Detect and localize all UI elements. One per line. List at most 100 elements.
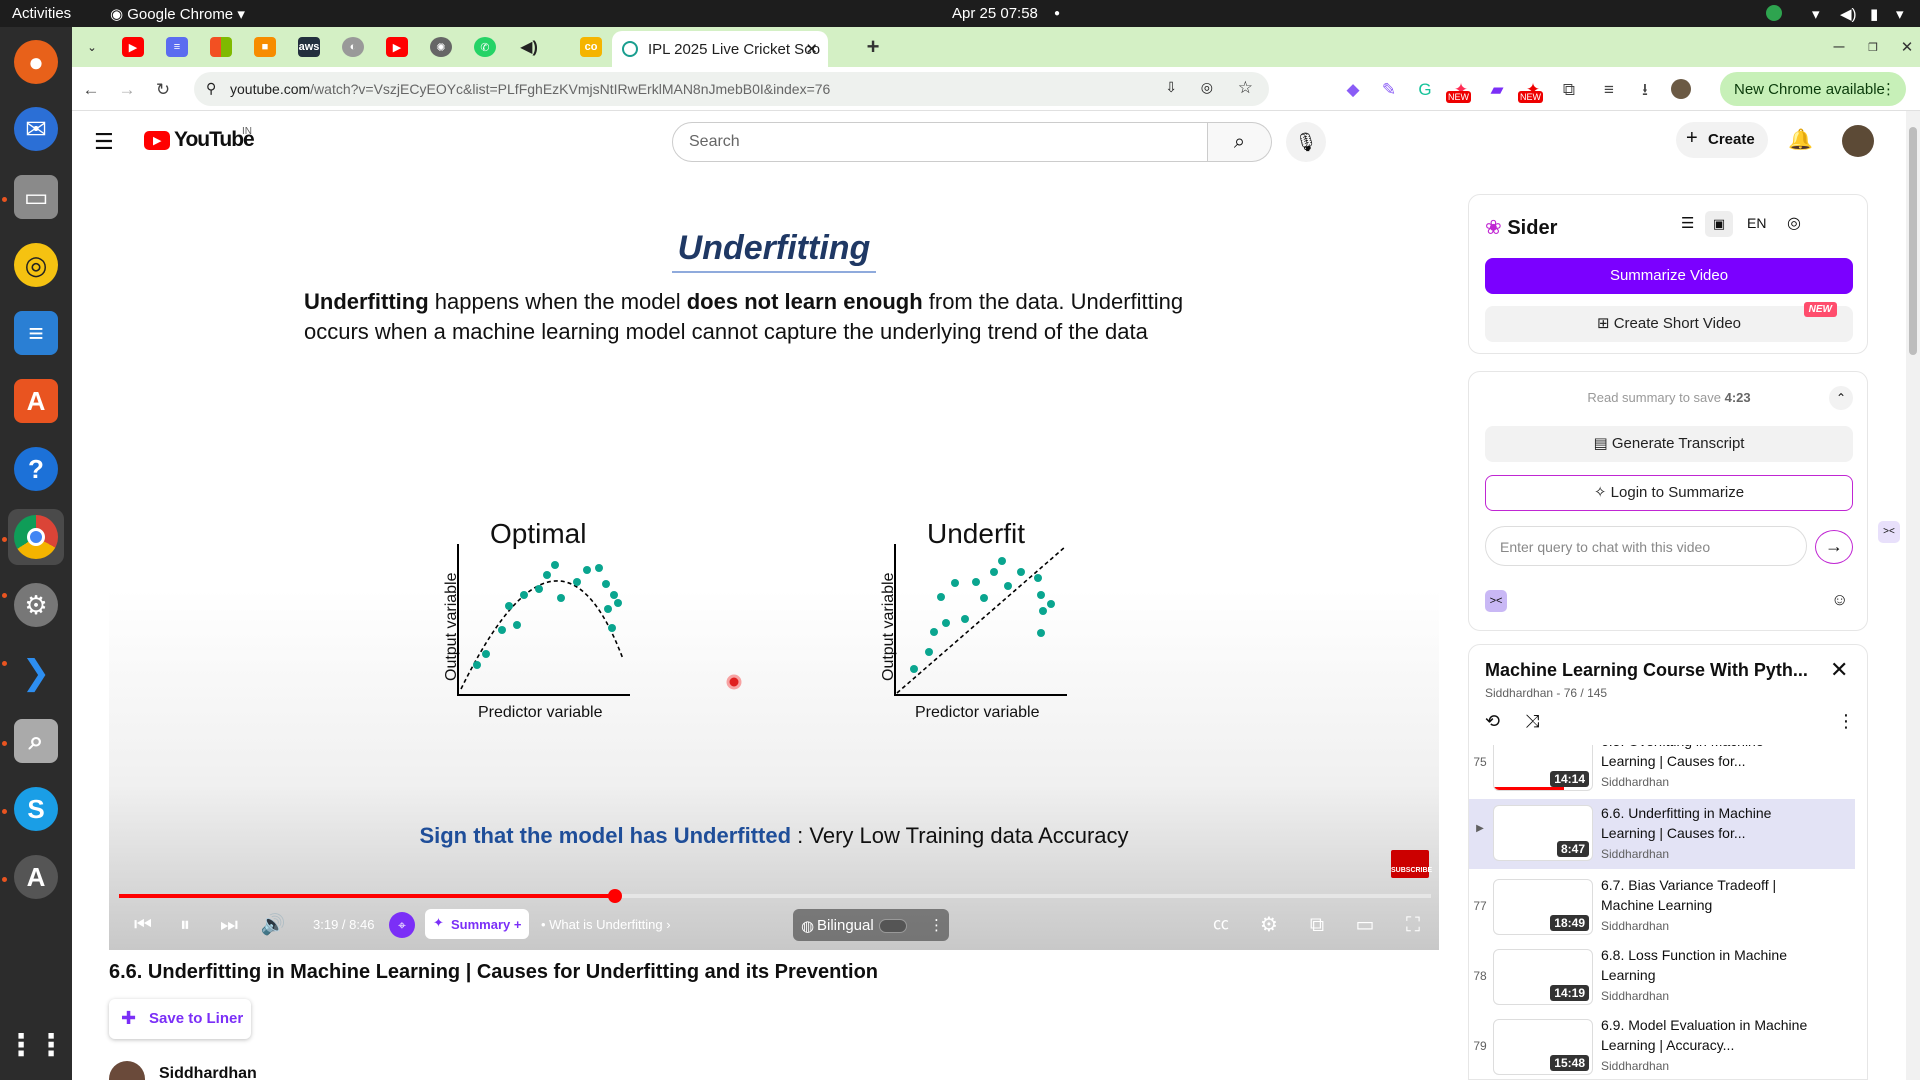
dock-thunderbird[interactable]: ✉ [8,101,64,157]
volume-icon[interactable]: 🔊 [259,911,287,939]
playlist-item[interactable]: 77 18:49 6.7. Bias Variance Tradeoff | M… [1469,875,1855,941]
captions-icon[interactable]: ㏄ [1207,911,1235,939]
wifi-icon[interactable]: ▾ [1812,5,1820,23]
window-close-icon[interactable]: ✕ [1896,37,1918,57]
settings-gear-icon[interactable]: ⚙ [1255,911,1283,939]
tab-whatsapp[interactable]: ✆ [474,37,496,57]
scrollbar-thumb[interactable] [1909,127,1917,355]
sider-list-icon[interactable]: ☰ [1681,214,1694,232]
menu-hamburger-icon[interactable]: ☰ [94,129,114,155]
tab-youtube-1[interactable]: ▶ [122,37,144,57]
reload-icon[interactable]: ↻ [152,79,174,101]
chat-query-input[interactable]: Enter query to chat with this video [1485,526,1807,566]
bilingual-switch[interactable] [879,919,907,933]
volume-icon[interactable]: ◀) [1840,5,1857,23]
app-menu[interactable]: ◉ Google Chrome ▾ [110,5,245,23]
account-avatar[interactable] [1842,125,1874,157]
tracking-eye-icon[interactable]: ◎ [1201,79,1213,96]
bilingual-toggle[interactable]: ◍ Bilingual ⋮ [793,909,949,941]
new-tab-icon[interactable]: + [862,34,884,59]
playlist-item-current[interactable]: ▶ 8:47 6.6. Underfitting in Machine Lear… [1469,799,1855,869]
extension-sider-icon[interactable]: ◆ [1342,79,1364,101]
shuffle-icon[interactable]: ⤨ [1525,711,1539,732]
loop-icon[interactable]: ⟲ [1485,711,1500,732]
maximize-icon[interactable]: ❐ [1862,37,1884,57]
dock-firefox[interactable]: ● [8,34,64,90]
back-icon[interactable]: ← [80,79,102,101]
dock-app-center[interactable]: A [8,373,64,429]
tab-globe[interactable]: ◐ [342,37,364,57]
tab-docs[interactable]: ≡ [166,37,188,57]
dock-software-updater[interactable]: A [8,849,64,905]
close-playlist-icon[interactable]: ✕ [1830,657,1848,683]
search-input[interactable]: Search [672,122,1208,162]
sider-settings-icon[interactable]: ◎ [1787,213,1801,233]
minimize-icon[interactable]: — [1828,37,1850,57]
tab-audio-playing[interactable]: ◀) [518,37,540,57]
clock[interactable]: Apr 25 07:58 [952,5,1038,22]
extension-liner-icon[interactable]: ▰ [1486,79,1508,101]
sider-mascot-icon[interactable]: >< [1485,590,1507,612]
show-apps-button[interactable]: ⋮⋮ [6,1017,66,1073]
extension-grammarly-icon[interactable]: G [1414,79,1436,101]
playlist-item[interactable]: 79 15:48 6.9. Model Evaluation in Machin… [1469,1015,1855,1079]
address-bar[interactable]: ⚲ youtube.com/watch?v=VszjECyEOYc&list=P… [194,72,1269,106]
tab-youtube-2[interactable]: ▶ [386,37,408,57]
login-to-summarize-button[interactable]: ✧ Login to Summarize [1485,475,1853,511]
sider-language[interactable]: EN [1747,215,1766,231]
playlist-item[interactable]: 75 14:14 6.5. Overfitting in Machine Lea… [1469,745,1855,797]
battery-icon[interactable]: ▮ [1870,5,1878,23]
close-tab-icon[interactable]: ✕ [805,40,818,58]
dock-writer[interactable]: ≡ [8,305,64,361]
dock-vscode[interactable]: ❯ [8,645,64,701]
install-app-icon[interactable]: ⇩ [1165,79,1177,96]
tab-aws[interactable]: aws [298,37,320,57]
theater-mode-icon[interactable]: ▭ [1351,911,1379,939]
fullscreen-icon[interactable]: ⛶ [1399,911,1427,939]
site-info-icon[interactable]: ⚲ [206,80,216,97]
voice-search-button[interactable]: 🎙 [1286,122,1326,162]
activities-button[interactable]: Activities [12,5,71,22]
channel-avatar[interactable] [109,1061,145,1080]
tab-openai[interactable]: ✺ [430,37,452,57]
forward-icon[interactable]: → [116,79,138,101]
system-menu-icon[interactable]: ▾ [1896,5,1904,23]
tab-colab[interactable]: co [580,37,602,57]
create-short-video-button[interactable]: ⊞ Create Short Video NEW [1485,302,1853,342]
sider-float-icon[interactable]: >< [1878,521,1900,543]
generate-transcript-button[interactable]: ▤ Generate Transcript [1485,426,1853,462]
miniplayer-icon[interactable]: ⧉ [1303,911,1331,939]
media-control-icon[interactable]: ≡ [1598,79,1620,101]
update-status-icon[interactable] [1766,5,1782,25]
notifications-bell-icon[interactable]: 🔔 [1788,127,1813,152]
bookmark-star-icon[interactable]: ☆ [1238,78,1253,98]
collapse-chevron-icon[interactable]: ⌃ [1829,386,1853,410]
tab-box[interactable]: ■ [254,37,276,57]
playlist-more-icon[interactable]: ⋮ [1837,711,1855,732]
dock-rhythmbox[interactable]: ◎ [8,237,64,293]
playlist-item[interactable]: 78 14:19 6.8. Loss Function in Machine L… [1469,945,1855,1011]
extension-new-1-icon[interactable]: ✦ NEW [1446,79,1472,103]
dock-image-viewer[interactable]: ⌕ [8,713,64,769]
channel-name[interactable]: Siddhardhan [159,1065,257,1080]
summarize-video-button[interactable]: Summarize Video [1485,258,1853,294]
tab-microsoft[interactable] [210,37,232,57]
video-player[interactable]: Underfitting Underfitting happens when t… [109,199,1439,950]
save-to-liner-button[interactable]: ✚ Save to Liner [109,999,251,1039]
summary-button[interactable]: ✦ Summary + [425,909,529,939]
previous-icon[interactable]: ⏮ [129,911,157,939]
dock-chrome[interactable] [8,509,64,565]
more-options-icon[interactable]: ⋮ [929,916,944,934]
new-chrome-available-button[interactable]: New Chrome available ⋮ [1720,72,1906,106]
chapter-button[interactable]: • What is Underfitting › [541,917,671,932]
pause-icon[interactable]: ⏸ [171,911,199,939]
search-button[interactable]: ⌕ [1208,122,1272,162]
liner-location-icon[interactable]: ⌖ [389,912,415,938]
dock-files[interactable]: ▭ [8,169,64,225]
dock-settings[interactable]: ⚙ [8,577,64,633]
dock-help[interactable]: ? [8,441,64,497]
tab-search-icon[interactable]: ⌄ [81,37,103,57]
extension-pen-icon[interactable]: ✎ [1378,79,1400,101]
next-icon[interactable]: ⏭ [215,911,243,939]
page-scrollbar[interactable] [1906,111,1920,1080]
